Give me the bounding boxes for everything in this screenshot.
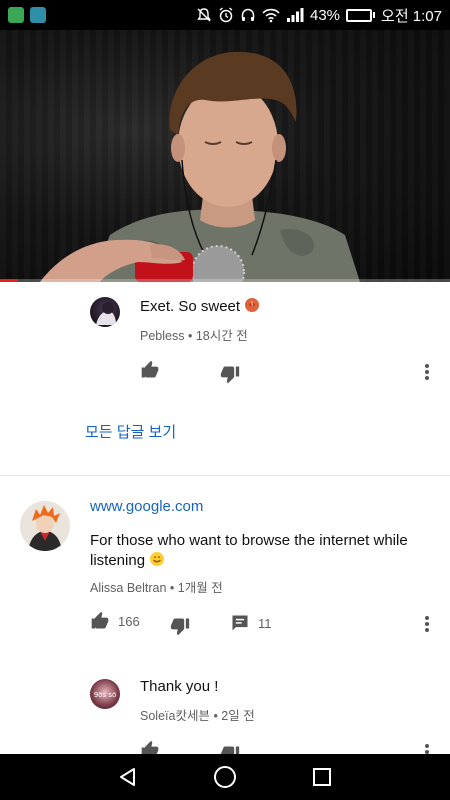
- like-button[interactable]: [140, 360, 160, 380]
- view-all-replies-link[interactable]: 모든 답글 보기: [85, 421, 176, 442]
- smiley-emoji-icon: [150, 552, 165, 566]
- avatar[interactable]: [90, 297, 120, 327]
- thumbs-down-icon: [220, 746, 240, 754]
- reply-author[interactable]: Pebless: [140, 329, 184, 343]
- more-options-icon[interactable]: [422, 614, 432, 634]
- clock: 오전 1:07: [381, 7, 442, 25]
- more-options-icon[interactable]: [422, 362, 432, 382]
- reply-age: 2일 전: [221, 709, 255, 723]
- comment-title-link[interactable]: www.google.com: [90, 498, 203, 515]
- home-button[interactable]: [205, 757, 245, 797]
- battery-percent: 43%: [310, 6, 341, 24]
- dislike-button[interactable]: [220, 744, 240, 754]
- home-circle-icon: [213, 766, 236, 788]
- thumbs-down-icon: [220, 366, 240, 384]
- signal-icon: [287, 8, 304, 22]
- thumbs-down-icon: [170, 618, 190, 636]
- system-navigation-bar: [0, 754, 450, 800]
- app-notification-icon: [8, 7, 24, 23]
- back-button[interactable]: [108, 757, 148, 797]
- alarm-icon: [219, 7, 233, 23]
- mute-icon: [197, 8, 211, 22]
- thumbs-up-icon: [141, 740, 159, 754]
- recents-square-icon: [312, 768, 331, 786]
- comments-panel: Exet. So sweet Pebless • 18시간 전 모든 답글 보기: [0, 282, 450, 754]
- wifi-icon: [262, 8, 280, 23]
- comment-age: 1개월 전: [177, 581, 223, 595]
- reply-comment-icon: [232, 615, 248, 631]
- comment-text: For those who want to browse the interne…: [90, 532, 408, 569]
- reply-author[interactable]: Soleïa캇세븐: [140, 709, 210, 723]
- video-player[interactable]: [0, 30, 450, 282]
- rose-emoji-icon: [245, 298, 260, 312]
- reply-count: 11: [258, 615, 272, 631]
- gallery-notification-icon: [30, 7, 46, 23]
- dislike-button[interactable]: [170, 616, 190, 636]
- like-count: 166: [118, 613, 140, 629]
- thumbs-up-icon: [91, 611, 109, 629]
- recents-button[interactable]: [302, 757, 342, 797]
- status-bar: 43% 오전 1:07: [0, 0, 450, 30]
- battery-icon: [346, 8, 376, 22]
- divider: [0, 475, 450, 476]
- meta-separator: •: [187, 329, 196, 343]
- more-options-icon[interactable]: [422, 742, 432, 754]
- reply-text: Thank you !: [140, 678, 219, 695]
- avatar-badge-text: 9ōs sō: [94, 691, 117, 699]
- reply-button[interactable]: 11: [230, 613, 272, 633]
- avatar[interactable]: [20, 501, 70, 551]
- like-button[interactable]: 166: [90, 611, 140, 631]
- reply-text: Exet. So sweet: [140, 298, 241, 315]
- dislike-button[interactable]: [220, 364, 240, 384]
- thumbs-up-icon: [141, 360, 159, 378]
- comment-author[interactable]: Alissa Beltran: [90, 581, 166, 595]
- like-button[interactable]: [140, 740, 160, 754]
- headphones-icon: [241, 8, 255, 21]
- avatar[interactable]: 9ōs sō: [90, 679, 120, 709]
- back-triangle-icon: [120, 768, 136, 786]
- video-frame: [40, 51, 360, 282]
- meta-separator: •: [169, 581, 178, 595]
- reply-age: 18시간 전: [195, 329, 248, 343]
